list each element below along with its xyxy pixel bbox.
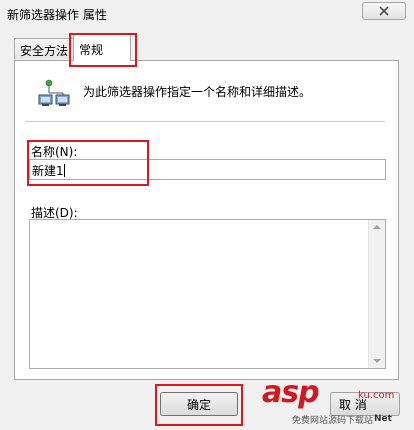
- scroll-up-icon[interactable]: [373, 225, 381, 229]
- scroll-down-icon[interactable]: [373, 359, 381, 363]
- watermark-logo-text: asp: [262, 375, 320, 410]
- tab-label: 安全方法: [20, 44, 69, 58]
- tab-general[interactable]: 常规: [73, 34, 131, 61]
- tab-panel-general: 为此筛选器操作指定一个名称和详细描述。 名称(N): 新建1 描述(D):: [14, 60, 399, 380]
- watermark-net: Net: [374, 414, 392, 424]
- description-textarea[interactable]: [29, 219, 386, 369]
- name-value: 新建1: [32, 164, 64, 178]
- close-icon: [379, 6, 389, 16]
- properties-dialog: 新筛选器操作 属性 安全方法 常规 为此筛选器操作指定一个名称和详细描述。 名称…: [0, 0, 414, 430]
- network-computers-icon: [38, 79, 70, 106]
- tab-security-methods[interactable]: 安全方法: [14, 38, 74, 59]
- watermark-subtitle: 免费网站源码下载站: [292, 416, 374, 426]
- watermark-logo: asp ku.com 免费网站源码下载站 Net: [262, 376, 414, 430]
- name-label: 名称(N):: [31, 145, 78, 159]
- tab-label: 常规: [79, 43, 104, 57]
- vertical-scrollbar[interactable]: [368, 220, 385, 368]
- text-caret: [63, 164, 65, 177]
- title-bar: 新筛选器操作 属性: [0, 0, 414, 27]
- watermark-domain: ku.com: [358, 390, 395, 401]
- ok-button[interactable]: 确定: [160, 392, 238, 416]
- close-button[interactable]: [362, 2, 406, 20]
- name-field[interactable]: 新建1: [29, 159, 386, 180]
- description-text: 为此筛选器操作指定一个名称和详细描述。: [83, 85, 312, 99]
- divider: [25, 121, 385, 122]
- window-title: 新筛选器操作 属性: [7, 8, 107, 22]
